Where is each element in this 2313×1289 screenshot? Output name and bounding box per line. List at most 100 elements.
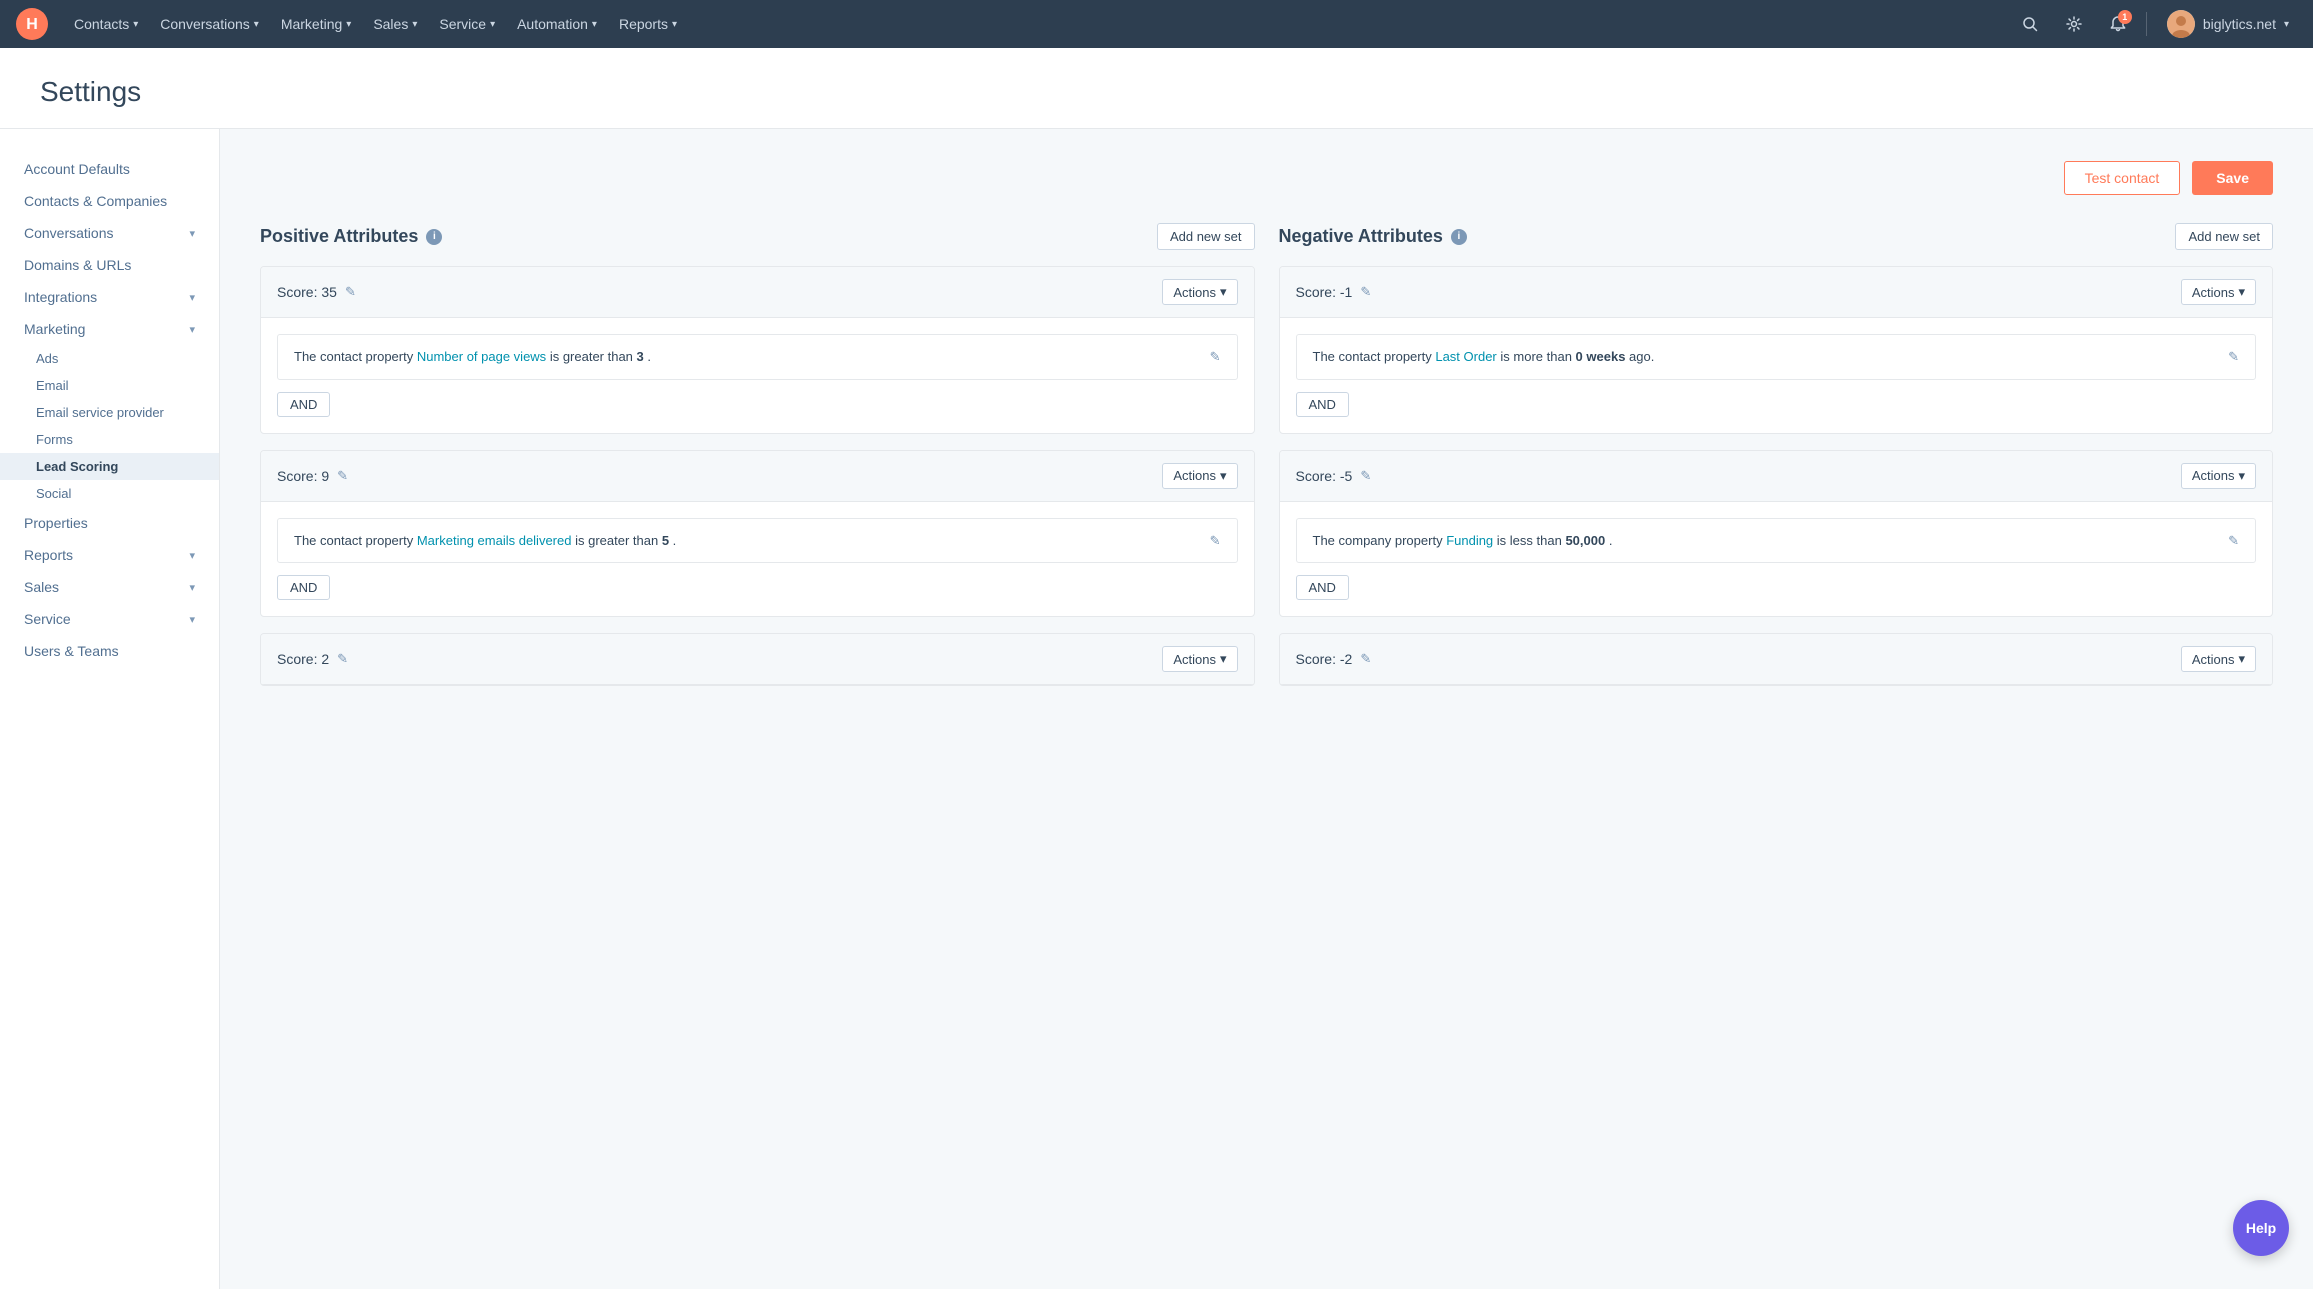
negative-info-icon[interactable]: i: [1451, 229, 1467, 245]
edit-neg-score-3-icon[interactable]: ✎: [1360, 651, 1371, 667]
negative-and-button-1[interactable]: AND: [1296, 392, 1349, 417]
sidebar-item-email-service-provider[interactable]: Email service provider: [0, 399, 219, 426]
sidebar-item-properties[interactable]: Properties: [0, 507, 219, 539]
save-button[interactable]: Save: [2192, 161, 2273, 195]
dropdown-icon: ▾: [1220, 468, 1227, 484]
edit-score-3-icon[interactable]: ✎: [337, 651, 348, 667]
negative-score-1-label: Score: -1 ✎: [1296, 284, 1372, 300]
top-navigation: H Contacts ▾ Conversations ▾ Marketing ▾…: [0, 0, 2313, 48]
positive-condition-2: The contact property Marketing emails de…: [277, 518, 1238, 564]
nav-sales[interactable]: Sales ▾: [363, 10, 427, 38]
negative-card-2-actions-button[interactable]: Actions ▾: [2181, 463, 2256, 489]
positive-card-1-actions-button[interactable]: Actions ▾: [1162, 279, 1237, 305]
sidebar-item-forms[interactable]: Forms: [0, 426, 219, 453]
positive-score-card-2: Score: 9 ✎ Actions ▾ The contac: [260, 450, 1255, 618]
positive-heading-row: Positive Attributes i Add new set: [260, 223, 1255, 250]
nav-conversations[interactable]: Conversations ▾: [150, 10, 269, 38]
search-button[interactable]: [2014, 8, 2046, 40]
svg-text:H: H: [26, 16, 38, 33]
nav-marketing[interactable]: Marketing ▾: [271, 10, 362, 38]
sidebar-item-conversations[interactable]: Conversations ▾: [0, 217, 219, 249]
sidebar-item-reports[interactable]: Reports ▾: [0, 539, 219, 571]
chevron-down-icon: ▾: [189, 291, 195, 304]
negative-card-3-actions-button[interactable]: Actions ▾: [2181, 646, 2256, 672]
sidebar-item-users-teams[interactable]: Users & Teams: [0, 635, 219, 667]
page-header: Settings: [0, 48, 2313, 129]
chevron-down-icon: ▾: [672, 19, 677, 30]
positive-card-1-body: The contact property Number of page view…: [261, 318, 1254, 433]
negative-add-new-set-button[interactable]: Add new set: [2175, 223, 2273, 250]
positive-score-2-label: Score: 9 ✎: [277, 468, 348, 484]
chevron-down-icon: ▾: [189, 227, 195, 240]
positive-add-new-set-button[interactable]: Add new set: [1157, 223, 1255, 250]
chevron-down-icon: ▾: [189, 323, 195, 336]
positive-score-card-1: Score: 35 ✎ Actions ▾ The conta: [260, 266, 1255, 434]
edit-neg-score-2-icon[interactable]: ✎: [1360, 468, 1371, 484]
nav-automation[interactable]: Automation ▾: [507, 10, 607, 38]
user-chevron-icon: ▾: [2284, 19, 2289, 30]
nav-reports[interactable]: Reports ▾: [609, 10, 687, 38]
positive-score-3-label: Score: 2 ✎: [277, 651, 348, 667]
page-title: Settings: [40, 76, 2273, 108]
edit-condition-2-icon[interactable]: ✎: [1210, 531, 1221, 551]
negative-card-1-actions-button[interactable]: Actions ▾: [2181, 279, 2256, 305]
edit-neg-condition-2-icon[interactable]: ✎: [2228, 531, 2239, 551]
sidebar-item-email[interactable]: Email: [0, 372, 219, 399]
negative-heading-row: Negative Attributes i Add new set: [1279, 223, 2274, 250]
sidebar-item-contacts-companies[interactable]: Contacts & Companies: [0, 185, 219, 217]
property-link-page-views[interactable]: Number of page views: [417, 349, 546, 364]
positive-card-3-actions-button[interactable]: Actions ▾: [1162, 646, 1237, 672]
hubspot-logo[interactable]: H: [16, 8, 48, 40]
negative-and-button-2[interactable]: AND: [1296, 575, 1349, 600]
negative-score-card-3: Score: -2 ✎ Actions ▾: [1279, 633, 2274, 686]
negative-score-card-2: Score: -5 ✎ Actions ▾ The compa: [1279, 450, 2274, 618]
property-link-marketing-emails[interactable]: Marketing emails delivered: [417, 533, 572, 548]
sidebar-item-marketing[interactable]: Marketing ▾: [0, 313, 219, 345]
positive-score-card-3: Score: 2 ✎ Actions ▾: [260, 633, 1255, 686]
nav-divider: [2146, 12, 2147, 36]
test-contact-button[interactable]: Test contact: [2064, 161, 2181, 195]
sidebar-item-integrations[interactable]: Integrations ▾: [0, 281, 219, 313]
positive-condition-1: The contact property Number of page view…: [277, 334, 1238, 380]
dropdown-icon: ▾: [2238, 468, 2245, 484]
notifications-button[interactable]: 1: [2102, 8, 2134, 40]
dropdown-icon: ▾: [1220, 284, 1227, 300]
settings-button[interactable]: [2058, 8, 2090, 40]
positive-and-button-1[interactable]: AND: [277, 392, 330, 417]
chevron-down-icon: ▾: [412, 19, 417, 30]
nav-contacts[interactable]: Contacts ▾: [64, 10, 148, 38]
positive-attributes-column: Positive Attributes i Add new set Score:…: [260, 223, 1255, 702]
chevron-down-icon: ▾: [189, 581, 195, 594]
chevron-down-icon: ▾: [189, 549, 195, 562]
positive-card-1-header: Score: 35 ✎ Actions ▾: [261, 267, 1254, 318]
edit-score-1-icon[interactable]: ✎: [345, 284, 356, 300]
edit-condition-1-icon[interactable]: ✎: [1210, 347, 1221, 367]
sidebar-item-ads[interactable]: Ads: [0, 345, 219, 372]
property-link-last-order[interactable]: Last Order: [1435, 349, 1496, 364]
edit-neg-score-1-icon[interactable]: ✎: [1360, 284, 1371, 300]
user-menu[interactable]: biglytics.net ▾: [2159, 6, 2297, 42]
notification-count: 1: [2118, 10, 2132, 24]
sidebar-item-lead-scoring[interactable]: Lead Scoring: [0, 453, 219, 480]
negative-card-3-header: Score: -2 ✎ Actions ▾: [1280, 634, 2273, 685]
chevron-down-icon: ▾: [592, 19, 597, 30]
property-link-funding[interactable]: Funding: [1446, 533, 1493, 548]
positive-and-button-2[interactable]: AND: [277, 575, 330, 600]
edit-neg-condition-1-icon[interactable]: ✎: [2228, 347, 2239, 367]
main-content: Test contact Save Positive Attributes i …: [220, 129, 2313, 1289]
chevron-down-icon: ▾: [133, 19, 138, 30]
help-button[interactable]: Help: [2233, 1200, 2289, 1256]
positive-card-2-header: Score: 9 ✎ Actions ▾: [261, 451, 1254, 502]
sidebar-item-account-defaults[interactable]: Account Defaults: [0, 153, 219, 185]
dropdown-icon: ▾: [2238, 284, 2245, 300]
positive-card-2-actions-button[interactable]: Actions ▾: [1162, 463, 1237, 489]
nav-service[interactable]: Service ▾: [429, 10, 505, 38]
sidebar-item-sales[interactable]: Sales ▾: [0, 571, 219, 603]
scoring-grid: Positive Attributes i Add new set Score:…: [260, 223, 2273, 702]
sidebar-item-service[interactable]: Service ▾: [0, 603, 219, 635]
edit-score-2-icon[interactable]: ✎: [337, 468, 348, 484]
sidebar-item-social[interactable]: Social: [0, 480, 219, 507]
nav-right-actions: 1 biglytics.net ▾: [2014, 6, 2297, 42]
positive-info-icon[interactable]: i: [426, 229, 442, 245]
sidebar-item-domains[interactable]: Domains & URLs: [0, 249, 219, 281]
